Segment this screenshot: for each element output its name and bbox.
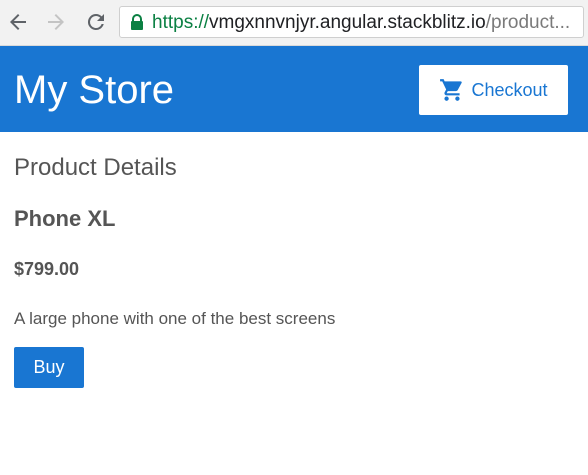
top-bar: My Store Checkout [0,46,588,132]
forward-button[interactable] [44,10,68,34]
back-button[interactable] [6,10,30,34]
checkout-button[interactable]: Checkout [419,65,568,115]
product-description: A large phone with one of the best scree… [14,309,336,328]
buy-button[interactable]: Buy [14,347,84,388]
product-name: Phone XL [14,206,116,231]
lock-icon [130,14,144,30]
page-heading: Product Details [14,154,177,181]
reload-icon [87,13,104,30]
forward-icon [48,14,64,30]
url-text: https://vmgxnnvnjyr.angular.stackblitz.i… [152,12,570,34]
url-scheme: https:// [152,12,210,33]
site-title[interactable]: My Store [14,68,174,112]
url-host: vmgxnnvnjyr.angular.stackblitz.io [209,12,486,33]
url-path: /product... [485,12,571,33]
reload-button[interactable] [84,10,108,34]
browser-toolbar: https://vmgxnnvnjyr.angular.stackblitz.i… [0,0,588,46]
address-bar[interactable]: https://vmgxnnvnjyr.angular.stackblitz.i… [119,6,584,38]
shopping-cart-icon [439,77,465,103]
checkout-label: Checkout [471,79,548,100]
product-price: $799.00 [14,259,80,279]
back-icon [10,14,26,30]
